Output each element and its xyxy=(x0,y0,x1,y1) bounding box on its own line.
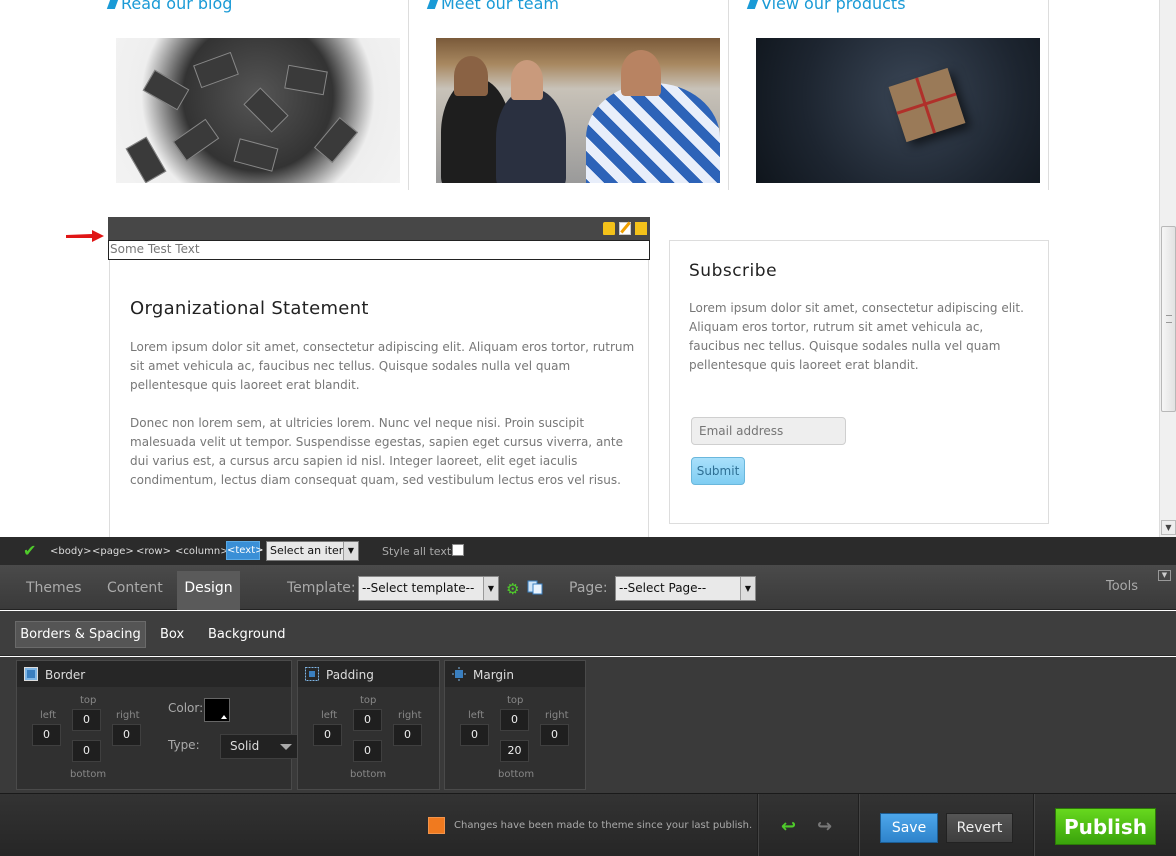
team-image xyxy=(436,38,720,183)
padding-right-input[interactable]: 0 xyxy=(393,724,422,746)
breadcrumb-bar: ✔ <body> <page> <row> <column> <text> Se… xyxy=(0,537,1176,565)
template-label: Template: xyxy=(287,580,356,596)
subtab-background[interactable]: Background xyxy=(208,627,286,642)
select-item-dropdown[interactable]: Select an item ▼ xyxy=(266,541,359,561)
padding-panel-title: Padding xyxy=(326,668,374,682)
subscribe-section: Subscribe Lorem ipsum dolor sit amet, co… xyxy=(669,240,1049,524)
style-all-checkbox[interactable] xyxy=(452,544,464,556)
save-button[interactable]: Save xyxy=(880,813,938,843)
pencil-icon xyxy=(106,0,120,9)
gift-box xyxy=(888,67,966,143)
margin-icon xyxy=(452,667,466,681)
unpublished-notice: Changes have been made to theme since yo… xyxy=(454,820,753,831)
padding-top-input[interactable]: 0 xyxy=(353,709,382,731)
copy-icon[interactable] xyxy=(527,580,543,595)
tab-themes[interactable]: Themes xyxy=(26,580,82,596)
breadcrumb-row[interactable]: <row> xyxy=(136,546,171,557)
tab-content[interactable]: Content xyxy=(107,580,163,596)
tools-menu[interactable]: Tools xyxy=(1106,579,1138,594)
margin-panel: Margin top left right bottom 0 0 0 20 xyxy=(444,660,586,790)
margin-right-input[interactable]: 0 xyxy=(540,724,569,746)
style-all-label: Style all texts xyxy=(382,545,457,558)
gear-icon[interactable]: ⚙ xyxy=(506,580,519,598)
feature-heading-team[interactable]: Meet our team xyxy=(426,0,559,13)
editor-footer: Changes have been made to theme since yo… xyxy=(0,793,1176,856)
chevron-down-icon: ▼ xyxy=(740,577,755,600)
border-right-input[interactable]: 0 xyxy=(112,724,141,746)
breadcrumb-page[interactable]: <page> xyxy=(92,546,134,557)
org-paragraph-1: Lorem ipsum dolor sit amet, consectetur … xyxy=(130,340,635,392)
border-panel: Border top left right bottom 0 0 0 0 Col… xyxy=(16,660,298,790)
feature-column-blog: Read our blog xyxy=(106,0,409,190)
border-bottom-input[interactable]: 0 xyxy=(72,740,101,762)
padding-left-input[interactable]: 0 xyxy=(313,724,342,746)
site-preview: Read our blog Meet our team View our pro… xyxy=(0,0,1159,537)
margin-left-input[interactable]: 0 xyxy=(460,724,489,746)
tab-design[interactable]: Design xyxy=(177,571,240,610)
scroll-thumb[interactable] xyxy=(1161,226,1176,412)
margin-panel-title: Margin xyxy=(473,668,514,682)
pencil-icon xyxy=(426,0,440,9)
border-top-input[interactable]: 0 xyxy=(72,709,101,731)
check-icon[interactable]: ✔ xyxy=(23,541,36,560)
feature-heading-blog[interactable]: Read our blog xyxy=(106,0,232,13)
border-left-input[interactable]: 0 xyxy=(32,724,61,746)
edit-icon[interactable] xyxy=(619,222,631,235)
submit-button[interactable]: Submit xyxy=(691,457,745,485)
org-statement-section: Organizational Statement Lorem ipsum dol… xyxy=(109,260,649,537)
color-label: Color: xyxy=(168,701,204,715)
chevron-down-icon: ▼ xyxy=(343,542,358,560)
border-icon xyxy=(24,667,38,681)
pencil-icon xyxy=(746,0,760,9)
subscribe-title: Subscribe xyxy=(689,261,778,281)
border-type-select[interactable]: Solid xyxy=(220,734,298,759)
lock-icon[interactable] xyxy=(603,222,615,235)
selected-text-element[interactable]: Some Test Text xyxy=(108,240,650,260)
redo-icon[interactable]: ↪ xyxy=(817,816,832,837)
feature-column-team: Meet our team xyxy=(409,0,729,190)
chevron-down-icon: ▼ xyxy=(483,577,498,600)
breadcrumb-column[interactable]: <column> xyxy=(175,546,229,557)
breadcrumb-body[interactable]: <body> xyxy=(50,546,92,557)
publish-button[interactable]: Publish xyxy=(1055,808,1156,845)
org-paragraph-2: Donec non lorem sem, at ultricies lorem.… xyxy=(130,416,623,487)
email-field[interactable] xyxy=(691,417,846,445)
padding-icon xyxy=(305,667,319,681)
page-label: Page: xyxy=(569,580,608,596)
spacing-panels: Border top left right bottom 0 0 0 0 Col… xyxy=(0,657,1176,793)
preview-scrollbar[interactable]: ▼ xyxy=(1159,0,1176,537)
design-subtab-bar: Borders & Spacing Box Background xyxy=(0,611,1176,656)
feature-column-products: View our products xyxy=(729,0,1049,190)
border-panel-title: Border xyxy=(45,668,86,682)
page-select[interactable]: --Select Page-- ▼ xyxy=(615,576,756,601)
blog-image xyxy=(116,38,400,183)
subscribe-text: Lorem ipsum dolor sit amet, consectetur … xyxy=(689,301,1024,372)
breadcrumb-text-active[interactable]: <text> xyxy=(226,541,264,560)
scroll-down-icon[interactable]: ▼ xyxy=(1161,520,1176,535)
type-label: Type: xyxy=(168,738,200,752)
template-select[interactable]: --Select template-- ▼ xyxy=(358,576,499,601)
feature-heading-products[interactable]: View our products xyxy=(746,0,906,13)
margin-top-input[interactable]: 0 xyxy=(500,709,529,731)
org-statement-title: Organizational Statement xyxy=(130,298,369,319)
pointer-arrow-icon xyxy=(66,230,104,242)
padding-bottom-input[interactable]: 0 xyxy=(353,740,382,762)
revert-button[interactable]: Revert xyxy=(946,813,1013,843)
chevron-down-icon xyxy=(280,744,292,750)
subtab-borders-spacing[interactable]: Borders & Spacing xyxy=(15,621,146,648)
warning-icon xyxy=(428,817,445,834)
margin-bottom-input[interactable]: 20 xyxy=(500,740,529,762)
border-color-swatch[interactable] xyxy=(204,698,230,722)
products-image xyxy=(756,38,1040,183)
selected-element-toolbar xyxy=(108,217,650,240)
padding-panel: Padding top left right bottom 0 0 0 0 xyxy=(297,660,440,790)
subtab-box[interactable]: Box xyxy=(160,627,184,642)
collapse-icon[interactable]: ▼ xyxy=(1158,570,1171,581)
trash-icon[interactable] xyxy=(635,222,647,235)
undo-icon[interactable]: ↩ xyxy=(781,816,796,837)
main-tab-bar: Themes Content Design Template: --Select… xyxy=(0,565,1176,610)
